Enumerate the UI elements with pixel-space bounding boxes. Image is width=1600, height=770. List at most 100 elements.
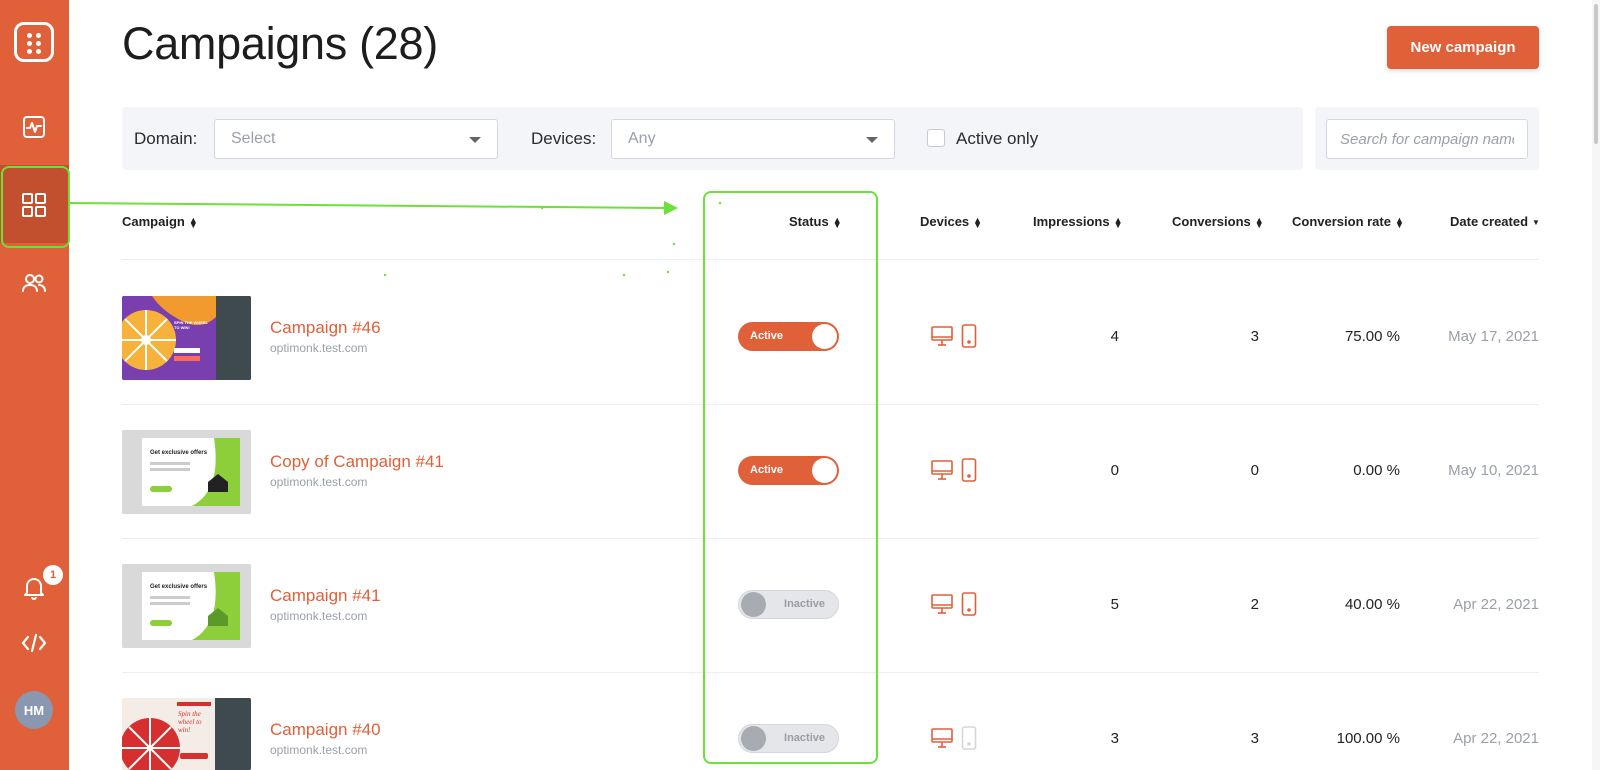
column-conversion-rate[interactable]: Conversion rate ▲ ▼ (1292, 214, 1404, 229)
sidebar: 1 HM (0, 0, 69, 770)
conversion-rate-value: 0.00 % (1353, 462, 1400, 479)
status-toggle[interactable]: Active (738, 456, 839, 485)
campaign-domain: optimonk.test.com (270, 341, 368, 355)
analytics-icon[interactable] (18, 111, 50, 143)
column-campaign[interactable]: Campaign ▲ ▼ (122, 214, 198, 229)
campaign-domain: optimonk.test.com (270, 609, 368, 623)
status-label: Inactive (784, 598, 825, 610)
users-icon[interactable] (18, 267, 50, 299)
status-label: Inactive (784, 732, 825, 744)
column-date-created-label: Date created (1450, 214, 1529, 229)
toggle-knob (741, 592, 766, 617)
toggle-knob (812, 458, 837, 483)
column-devices[interactable]: Devices ▲ ▼ (920, 214, 982, 229)
campaign-thumbnail[interactable]: Spin the wheel to win! (122, 698, 251, 770)
devices-select-value: Any (628, 130, 656, 147)
devices-cell (931, 726, 977, 750)
status-label: Active (750, 330, 784, 342)
column-impressions-label: Impressions (1033, 214, 1110, 229)
status-toggle[interactable]: Inactive (738, 724, 839, 753)
column-date-created[interactable]: Date created ▼ (1450, 214, 1540, 229)
devices-cell (931, 324, 977, 348)
column-devices-label: Devices (920, 214, 970, 229)
table-divider (122, 538, 1539, 539)
chevron-down-icon (469, 137, 481, 143)
campaign-domain: optimonk.test.com (270, 743, 368, 757)
sort-icon: ▲ ▼ (1113, 214, 1123, 230)
sort-icon: ▲ ▼ (1254, 214, 1264, 230)
domain-select[interactable]: Select (214, 119, 498, 159)
column-status[interactable]: Status ▲ ▼ (789, 214, 842, 229)
table-divider (122, 259, 1539, 260)
conversion-rate-value: 75.00 % (1344, 328, 1400, 345)
sort-icon: ▲ ▼ (832, 214, 842, 230)
logo-icon[interactable] (14, 22, 54, 62)
thumbnail-text: SPIN THE WHEEL TO WIN! (174, 320, 208, 330)
table-divider (122, 404, 1539, 405)
page-title: Campaigns (28) (122, 18, 438, 69)
thumbnail-text: Spin the wheel to win! (178, 710, 202, 734)
domain-select-value: Select (231, 130, 276, 147)
domain-label: Domain: (134, 129, 198, 148)
toggle-knob (812, 324, 837, 349)
mobile-icon-disabled (961, 726, 977, 750)
campaign-thumbnail[interactable]: Get exclusive offers (122, 564, 251, 648)
sort-icon: ▲ ▼ (973, 214, 983, 230)
devices-label: Devices: (531, 129, 597, 148)
devices-cell (931, 592, 977, 616)
table-divider (122, 672, 1539, 673)
active-only-label[interactable]: Active only (956, 129, 1038, 149)
campaign-domain: optimonk.test.com (270, 475, 368, 489)
conversions-value: 3 (1250, 730, 1259, 747)
impressions-value: 3 (1110, 730, 1119, 747)
sort-icon: ▲ ▼ (1394, 214, 1404, 230)
mobile-icon (961, 458, 977, 482)
sort-icon: ▲ ▼ (188, 214, 198, 230)
notification-badge: 1 (43, 565, 63, 585)
conversions-value: 2 (1250, 596, 1259, 613)
status-toggle[interactable]: Inactive (738, 590, 839, 619)
scrollbar-thumb[interactable] (1594, 4, 1598, 144)
date-created-value: Apr 22, 2021 (1453, 730, 1539, 747)
code-icon[interactable] (18, 627, 50, 659)
sort-down-icon: ▼ (1532, 218, 1540, 228)
devices-select[interactable]: Any (611, 119, 895, 159)
status-toggle[interactable]: Active (738, 322, 839, 351)
desktop-icon (931, 728, 953, 748)
campaigns-grid-icon[interactable] (18, 189, 50, 221)
campaign-name-link[interactable]: Campaign #40 (270, 720, 381, 740)
column-conversion-rate-label: Conversion rate (1292, 214, 1391, 229)
desktop-icon (931, 326, 953, 346)
column-conversions[interactable]: Conversions ▲ ▼ (1172, 214, 1264, 229)
campaign-search-input[interactable] (1326, 119, 1528, 159)
thumbnail-text: Get exclusive offers (150, 450, 208, 456)
column-status-label: Status (789, 214, 829, 229)
date-created-value: May 17, 2021 (1448, 328, 1539, 345)
thumbnail-text: Get exclusive offers (150, 584, 208, 590)
conversions-value: 0 (1250, 462, 1259, 479)
conversion-rate-value: 100.00 % (1336, 730, 1400, 747)
campaign-thumbnail[interactable]: Get exclusive offers (122, 430, 251, 514)
desktop-icon (931, 594, 953, 614)
mobile-icon (961, 324, 977, 348)
campaign-name-link[interactable]: Campaign #41 (270, 586, 381, 606)
campaign-name-link[interactable]: Campaign #46 (270, 318, 381, 338)
date-created-value: Apr 22, 2021 (1453, 596, 1539, 613)
conversions-value: 3 (1250, 328, 1259, 345)
conversion-rate-value: 40.00 % (1344, 596, 1400, 613)
user-avatar[interactable]: HM (15, 691, 53, 729)
impressions-value: 4 (1110, 328, 1119, 345)
status-label: Active (750, 464, 784, 476)
campaign-thumbnail[interactable]: SPIN THE WHEEL TO WIN! (122, 296, 251, 380)
active-only-checkbox[interactable] (927, 129, 945, 147)
new-campaign-button[interactable]: New campaign (1387, 26, 1539, 69)
devices-cell (931, 458, 977, 482)
impressions-value: 0 (1110, 462, 1119, 479)
campaign-name-link[interactable]: Copy of Campaign #41 (270, 452, 444, 472)
mobile-icon (961, 592, 977, 616)
impressions-value: 5 (1110, 596, 1119, 613)
scrollbar[interactable] (1592, 0, 1600, 770)
column-impressions[interactable]: Impressions ▲ ▼ (1033, 214, 1123, 229)
date-created-value: May 10, 2021 (1448, 462, 1539, 479)
column-conversions-label: Conversions (1172, 214, 1251, 229)
